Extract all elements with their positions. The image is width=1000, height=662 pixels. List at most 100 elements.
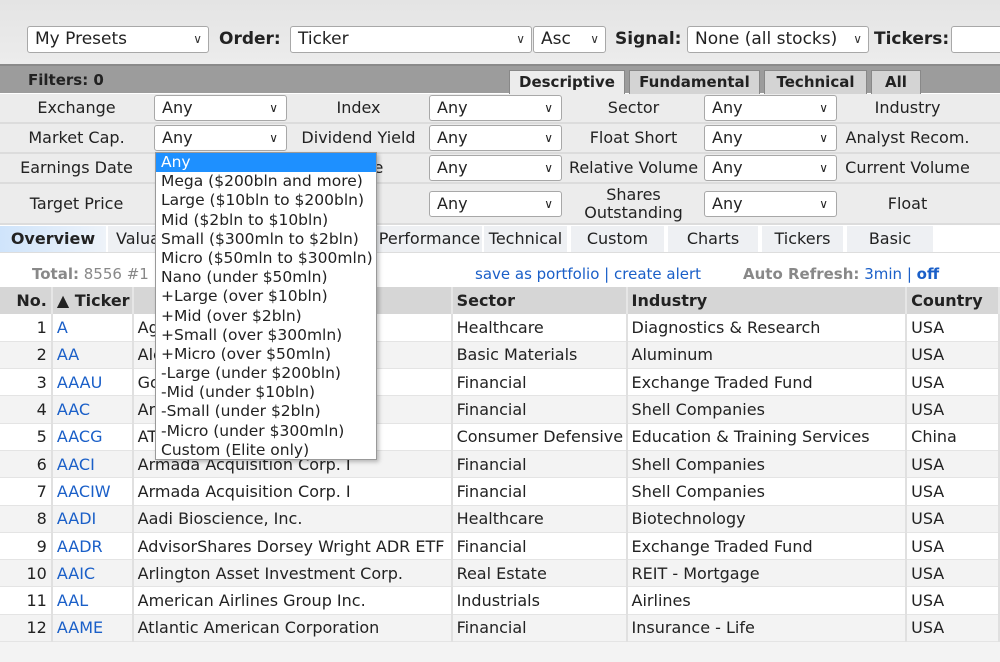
dropdown-option[interactable]: Micro ($50mln to $300mln) xyxy=(156,249,376,268)
view-tab-technical[interactable]: Technical xyxy=(484,226,569,252)
refresh-3min-link[interactable]: 3min xyxy=(864,265,902,283)
table-row[interactable]: 3AAAUGo TFFinancialExchange Traded FundU… xyxy=(0,368,1000,397)
filter-label-dividend-yield: Dividend Yield xyxy=(301,128,416,147)
chevron-down-icon: ∨ xyxy=(590,32,599,46)
ticker-link[interactable]: AACIW xyxy=(57,482,111,501)
dropdown-option[interactable]: -Small (under $2bln) xyxy=(156,402,376,421)
create-alert-link[interactable]: create alert xyxy=(614,265,701,283)
filter-select-te[interactable]: Any ∨ xyxy=(429,190,562,217)
tab-descriptive[interactable]: Descriptive xyxy=(509,70,625,95)
dropdown-option[interactable]: +Large (over $10bln) xyxy=(156,287,376,306)
order-value: Ticker xyxy=(298,29,349,49)
filter-select-sector[interactable]: Any ∨ xyxy=(704,95,837,121)
dropdown-option[interactable]: Custom (Elite only) xyxy=(156,441,376,460)
view-tab-custom[interactable]: Custom xyxy=(571,226,666,252)
sector-cell: Financial xyxy=(451,368,628,397)
table-row[interactable]: 2 AA Alc Basic Materials Aluminum USA xyxy=(0,341,1000,370)
ticker-link[interactable]: AA xyxy=(57,345,79,364)
industry-cell: Shell Companies xyxy=(626,450,908,479)
ticker-link[interactable]: AAL xyxy=(57,591,88,610)
chevron-down-icon: ∨ xyxy=(193,32,202,46)
dropdown-option[interactable]: -Mid (under $10bln) xyxy=(156,383,376,402)
ticker-link[interactable]: AADI xyxy=(57,509,96,528)
filter-select-dividend-yield[interactable]: Any ∨ xyxy=(429,125,562,151)
table-row[interactable]: 9 AADR AdvisorShares Dorsey Wright ADR ETF… xyxy=(0,532,1000,561)
dropdown-option[interactable]: -Micro (under $300mln) xyxy=(156,422,376,441)
dropdown-option[interactable]: Mid ($2bln to $10bln) xyxy=(156,211,376,230)
signal-select[interactable]: None (all stocks) ∨ xyxy=(687,26,869,53)
filter-row: Target PriceteAny∨Shares OutstandingAny∨… xyxy=(0,184,1000,225)
dropdown-option[interactable]: +Micro (over $50mln) xyxy=(156,345,376,364)
column-header[interactable]: Country xyxy=(906,287,1000,314)
view-tab-charts[interactable]: Charts xyxy=(668,226,760,252)
industry-cell: Education & Training Services xyxy=(626,423,908,451)
dropdown-option[interactable]: Any xyxy=(156,153,376,173)
direction-select[interactable]: Asc ∨ xyxy=(533,26,606,53)
dropdown-option[interactable]: Small ($300mln to $2bln) xyxy=(156,230,376,249)
table-row[interactable]: 12 AAME Atlantic American Corporation Finan… xyxy=(0,614,1000,643)
column-header[interactable]: ▲ Ticker xyxy=(51,287,134,314)
dropdown-option[interactable]: Large ($10bln to $200bln) xyxy=(156,191,376,210)
tickers-input[interactable] xyxy=(951,26,1000,53)
filter-select-shares-outstanding[interactable]: Any ∨ xyxy=(704,190,837,217)
filter-row: Earnings DateolumeAny∨Relative VolumeAny… xyxy=(0,154,1000,184)
tab-fundamental[interactable]: Fundamental xyxy=(629,70,760,95)
presets-select[interactable]: My Presets ∨ xyxy=(27,26,209,53)
industry-cell: Insurance - Life xyxy=(626,614,908,643)
row-number: 5 xyxy=(0,423,53,451)
ticker-link[interactable]: AACG xyxy=(57,427,103,446)
save-as-portfolio-link[interactable]: save as portfolio xyxy=(475,265,599,283)
filter-select-float-short[interactable]: Any ∨ xyxy=(704,125,837,151)
ticker-link[interactable]: AAME xyxy=(57,618,103,637)
auto-refresh: Auto Refresh: 3min | off xyxy=(743,265,939,283)
column-header[interactable]: Sector xyxy=(451,287,628,314)
table-row[interactable]: 10 AAIC Arlington Asset Investment Corp. Re… xyxy=(0,559,1000,588)
ticker-cell: AAIC xyxy=(51,559,134,588)
filter-label-market-cap: Market Cap. xyxy=(28,128,125,147)
ticker-link[interactable]: AADR xyxy=(57,537,103,556)
dropdown-option[interactable]: -Large (under $200bln) xyxy=(156,364,376,383)
table-row[interactable]: 7 AACIW Armada Acquisition Corp. I Financia… xyxy=(0,477,1000,506)
table-row[interactable]: 1 A Ag Healthcare Diagnostics & Research USA xyxy=(0,314,1000,342)
filter-label-shares-outstanding: Shares Outstanding xyxy=(584,184,683,222)
order-select[interactable]: Ticker ∨ xyxy=(290,26,532,53)
country-cell: USA xyxy=(906,341,1000,370)
refresh-off-link[interactable]: off xyxy=(917,265,939,283)
ticker-link[interactable]: AAIC xyxy=(57,564,95,583)
ticker-link[interactable]: AAAU xyxy=(57,373,102,392)
industry-cell: Shell Companies xyxy=(626,395,908,424)
country-cell: USA xyxy=(906,532,1000,561)
tab-technical[interactable]: Technical xyxy=(764,70,867,95)
filter-select-exchange[interactable]: Any ∨ xyxy=(154,95,287,121)
column-header[interactable]: Industry xyxy=(626,287,908,314)
company-cell: American Airlines Group Inc. xyxy=(132,586,453,615)
dropdown-option[interactable]: Mega ($200bln and more) xyxy=(156,172,376,191)
view-tab-performance[interactable]: Performance xyxy=(377,226,484,252)
ticker-link[interactable]: AAC xyxy=(57,400,90,419)
filters-count: Filters: 0 xyxy=(28,71,104,89)
filter-select-market-cap[interactable]: Any ∨ xyxy=(154,125,287,151)
table-row[interactable]: 5 AACG AT Consumer Defensive Education & Tra… xyxy=(0,423,1000,451)
filter-select-relative-volume[interactable]: Any ∨ xyxy=(704,155,837,181)
view-tab-overview[interactable]: Overview xyxy=(0,226,108,252)
industry-cell: Aluminum xyxy=(626,341,908,370)
ticker-link[interactable]: AACI xyxy=(57,455,95,474)
table-row[interactable]: 11 AAL American Airlines Group Inc. Industr… xyxy=(0,586,1000,615)
tab-all[interactable]: All xyxy=(871,70,921,95)
filter-select-index[interactable]: Any ∨ xyxy=(429,95,562,121)
column-header[interactable]: No. xyxy=(0,287,53,314)
screener-table: No. ▲ Ticker Sector Industry Country 1 A Ag Hea… xyxy=(0,287,1000,643)
table-row[interactable]: 8 AADI Aadi Bioscience, Inc. Healthcare Biot… xyxy=(0,505,1000,533)
market-cap-dropdown[interactable]: Any Mega ($200bln and more) Large ($10bln … xyxy=(155,152,377,460)
table-row[interactable]: 6 AACI Armada Acquisition Corp. I Financial… xyxy=(0,450,1000,479)
chevron-down-icon: ∨ xyxy=(516,32,525,46)
view-tab-tickers[interactable]: Tickers xyxy=(762,226,845,252)
dropdown-option[interactable]: +Mid (over $2bln) xyxy=(156,307,376,326)
dropdown-option[interactable]: +Small (over $300mln) xyxy=(156,326,376,345)
view-tab-basic[interactable]: Basic xyxy=(847,226,935,252)
table-row[interactable]: 4 AAC Ar Financial Shell Companies USA xyxy=(0,395,1000,424)
ticker-link[interactable]: A xyxy=(57,318,68,337)
filter-select-olume[interactable]: Any ∨ xyxy=(429,155,562,181)
dropdown-option[interactable]: Nano (under $50mln) xyxy=(156,268,376,287)
sector-cell: Financial xyxy=(451,532,628,561)
